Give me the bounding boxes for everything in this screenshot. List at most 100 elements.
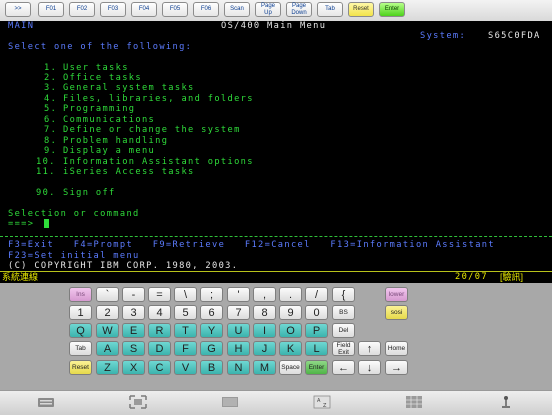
key-slash[interactable]: / <box>305 287 328 302</box>
page-down-button[interactable]: Page Down <box>286 2 312 17</box>
option-label[interactable]: Files, libraries, and folders <box>63 94 254 104</box>
option-label[interactable]: Communications <box>63 115 155 125</box>
key-r[interactable]: R <box>148 323 171 338</box>
function-keys-line-2: F23=Set initial menu <box>8 251 140 261</box>
key-arrow-down[interactable]: ↓ <box>358 360 381 375</box>
key-4[interactable]: 4 <box>148 305 171 320</box>
page-up-button[interactable]: Page Up <box>255 2 281 17</box>
key-minus[interactable]: - <box>122 287 145 302</box>
key-y[interactable]: Y <box>200 323 223 338</box>
key-p[interactable]: P <box>305 323 328 338</box>
f06-button[interactable]: F06 <box>193 2 219 17</box>
key-delete[interactable]: Del <box>332 323 355 338</box>
key-x[interactable]: X <box>122 360 145 375</box>
enter-button[interactable]: Enter <box>379 2 405 17</box>
key-c[interactable]: C <box>148 360 171 375</box>
tab-button[interactable]: Tab <box>317 2 343 17</box>
key-n[interactable]: N <box>227 360 250 375</box>
scan-button[interactable]: Scan <box>224 2 250 17</box>
option-label[interactable]: Information Assistant options <box>63 157 254 167</box>
key-lower[interactable]: lower <box>385 287 408 302</box>
key-ins[interactable]: Ins <box>69 287 92 302</box>
option-label[interactable]: Define or change the system <box>63 125 241 135</box>
key-v[interactable]: V <box>174 360 197 375</box>
copyright-notice: (C) COPYRIGHT IBM CORP. 1980, 2003. <box>8 261 239 271</box>
key-tab[interactable]: Tab <box>69 341 92 356</box>
option-label[interactable]: iSeries Access tasks <box>63 167 195 177</box>
option-number: 10. <box>36 157 56 167</box>
key-arrow-up[interactable]: ↑ <box>358 341 381 356</box>
key-j[interactable]: J <box>253 341 276 356</box>
key-7[interactable]: 7 <box>227 305 250 320</box>
f05-button[interactable]: F05 <box>162 2 188 17</box>
key-0[interactable]: 0 <box>305 305 328 320</box>
key-l[interactable]: L <box>305 341 328 356</box>
key-sosi[interactable]: sosi <box>385 305 408 320</box>
key-8[interactable]: 8 <box>253 305 276 320</box>
option-label[interactable]: Programming <box>63 104 135 114</box>
grid-keypad-icon[interactable] <box>405 395 423 409</box>
key-1[interactable]: 1 <box>69 305 92 320</box>
f02-button[interactable]: F02 <box>69 2 95 17</box>
key-backtick[interactable]: ` <box>96 287 119 302</box>
key-apostrophe[interactable]: ' <box>227 287 250 302</box>
az-sort-icon[interactable]: A Z <box>313 395 331 409</box>
key-5[interactable]: 5 <box>174 305 197 320</box>
f03-button[interactable]: F03 <box>100 2 126 17</box>
key-3[interactable]: 3 <box>122 305 145 320</box>
key-arrow-left[interactable]: ← <box>332 360 355 375</box>
option-label[interactable]: Display a menu <box>63 146 155 156</box>
key-backspace[interactable]: BS <box>332 305 355 320</box>
key-f[interactable]: F <box>174 341 197 356</box>
fullscreen-icon[interactable] <box>129 395 147 409</box>
key-z[interactable]: Z <box>96 360 119 375</box>
keyboard-icon[interactable] <box>37 395 55 409</box>
key-e[interactable]: E <box>122 323 145 338</box>
key-h[interactable]: H <box>227 341 250 356</box>
barcode-icon[interactable] <box>221 395 239 409</box>
key-g[interactable]: G <box>200 341 223 356</box>
key-b[interactable]: B <box>200 360 223 375</box>
key-enter[interactable]: Enter <box>305 360 328 375</box>
key-m[interactable]: M <box>253 360 276 375</box>
key-9[interactable]: 9 <box>279 305 302 320</box>
key-d[interactable]: D <box>148 341 171 356</box>
option-label[interactable]: Office tasks <box>63 73 142 83</box>
option-label[interactable]: Problem handling <box>63 136 168 146</box>
option-number: 1. <box>44 63 58 73</box>
f01-button[interactable]: F01 <box>38 2 64 17</box>
key-s[interactable]: S <box>122 341 145 356</box>
option-label[interactable]: User tasks <box>63 63 129 73</box>
key-field-exit[interactable]: Field Exit <box>332 341 355 356</box>
key-period[interactable]: . <box>279 287 302 302</box>
joystick-icon[interactable] <box>497 395 515 409</box>
f04-button[interactable]: F04 <box>131 2 157 17</box>
function-keys-line-1: F3=Exit F4=Prompt F9=Retrieve F12=Cancel… <box>8 240 495 250</box>
key-k[interactable]: K <box>279 341 302 356</box>
key-equals[interactable]: = <box>148 287 171 302</box>
key-space[interactable]: Space <box>279 360 302 375</box>
key-t[interactable]: T <box>174 323 197 338</box>
key-6[interactable]: 6 <box>200 305 223 320</box>
key-home[interactable]: Home <box>385 341 408 356</box>
more-keys-button[interactable]: >> <box>5 2 31 17</box>
option-label[interactable]: Sign off <box>63 188 116 198</box>
command-input-cursor[interactable] <box>44 219 49 228</box>
key-comma[interactable]: , <box>253 287 276 302</box>
key-u[interactable]: U <box>227 323 250 338</box>
key-o[interactable]: O <box>279 323 302 338</box>
option-number: 4. <box>44 94 58 104</box>
terminal-screen[interactable]: MAIN OS/400 Main Menu System: S65C0FDA S… <box>0 21 552 283</box>
key-2[interactable]: 2 <box>96 305 119 320</box>
option-label[interactable]: General system tasks <box>63 83 195 93</box>
key-arrow-right[interactable]: → <box>385 360 408 375</box>
key-semicolon[interactable]: ; <box>200 287 223 302</box>
key-brace[interactable]: { <box>332 287 355 302</box>
key-q[interactable]: Q <box>69 323 92 338</box>
key-w[interactable]: W <box>96 323 119 338</box>
key-reset[interactable]: Reset <box>69 360 92 375</box>
key-backslash[interactable]: \ <box>174 287 197 302</box>
reset-button[interactable]: Reset <box>348 2 374 17</box>
key-a[interactable]: A <box>96 341 119 356</box>
key-i[interactable]: I <box>253 323 276 338</box>
